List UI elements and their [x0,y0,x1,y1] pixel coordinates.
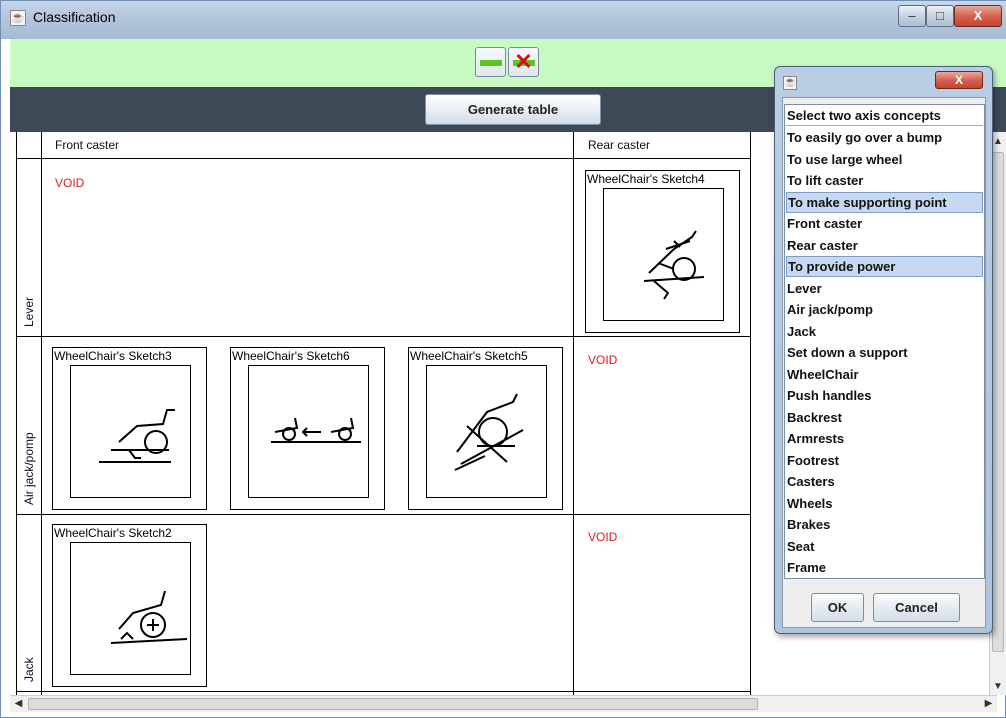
concept-list-item[interactable]: To use large wheel [786,149,983,170]
void-cell-lever-front: VOID [55,176,85,190]
row-label-lever: Lever [22,296,36,327]
concept-list[interactable]: Select two axis concepts To easily go ov… [784,104,985,579]
maximize-button[interactable]: □ [926,5,954,27]
concept-list-item[interactable]: To lift caster [786,170,983,191]
concept-list-item[interactable]: WheelChair [786,364,983,385]
remove-row-button[interactable] [475,47,506,77]
sketch-card-3[interactable]: WheelChair's Sketch3 [52,347,207,510]
grid-line [16,158,751,159]
sketch-title: WheelChair's Sketch6 [232,349,350,363]
grid-line [16,691,751,692]
concept-list-item[interactable]: Footrest [786,450,983,471]
sketch-card-6[interactable]: WheelChair's Sketch6 [230,347,385,510]
concept-list-item[interactable]: Air jack/pomp [786,299,983,320]
grid-line [573,132,574,695]
concept-list-item[interactable]: Brakes [786,514,983,535]
column-header-rear-caster: Rear caster [588,138,651,152]
row-label-jack: Jack [22,657,36,682]
concept-list-item[interactable]: Rear caster [786,235,983,256]
dialog-body: Select two axis concepts To easily go ov… [782,97,986,628]
delete-button[interactable]: ✕ [508,47,539,77]
row-label-air-jack: Air jack/pomp [22,432,36,505]
void-cell-jack-rear: VOID [588,530,618,544]
wheelchair-sketch-image [271,417,361,443]
sketch-thumbnail [603,188,724,321]
grid-line [16,514,751,515]
minimize-button[interactable]: ‒ [898,5,926,27]
concept-list-item[interactable]: Push handles [786,385,983,406]
wheelchair-sketch-image [643,230,705,300]
generate-table-button[interactable]: Generate table [425,94,601,125]
sketch-title: WheelChair's Sketch4 [587,172,705,186]
grid-line [41,132,42,695]
wheelchair-sketch-image [454,393,524,471]
close-button[interactable]: X [954,5,1002,27]
concept-list-item[interactable]: Jack [786,321,983,342]
green-bar-icon [480,60,502,66]
wheelchair-sketch-image [99,409,175,463]
scroll-right-arrow-icon[interactable]: ▶ [980,696,997,712]
java-cup-icon: ☕ [783,76,797,90]
java-cup-icon: ☕ [10,10,26,26]
concept-list-item[interactable]: Lever [786,278,983,299]
red-x-icon: ✕ [514,49,533,74]
window-title: Classification [33,9,116,25]
concept-list-item[interactable]: Casters [786,471,983,492]
sketch-thumbnail [70,542,191,675]
vertical-scroll-thumb[interactable] [992,152,1004,652]
concept-list-item[interactable]: Frame [786,557,983,578]
sketch-card-2[interactable]: WheelChair's Sketch2 [52,524,207,687]
list-header: Select two axis concepts [786,105,983,126]
sketch-thumbnail [426,365,547,498]
grid-line [750,132,751,695]
dialog-close-button[interactable]: X [935,71,983,89]
sketch-title: WheelChair's Sketch3 [54,349,172,363]
concept-list-item[interactable]: Wheels [786,493,983,514]
concept-list-item[interactable]: Armrests [786,428,983,449]
axis-selection-dialog: ☕ X Select two axis concepts To easily g… [774,66,993,634]
concept-list-item[interactable]: Front caster [786,213,983,234]
cancel-button[interactable]: Cancel [873,593,960,622]
concept-list-item[interactable]: To easily go over a bump [786,127,983,148]
scroll-down-arrow-icon[interactable]: ▼ [990,679,1006,695]
concept-list-item[interactable]: Seat [786,536,983,557]
sketch-thumbnail [248,365,369,498]
concept-list-item[interactable]: To make supporting point [786,191,983,213]
scroll-left-arrow-icon[interactable]: ◀ [10,696,27,712]
concept-list-item[interactable]: Backrest [786,407,983,428]
column-header-front-caster: Front caster [55,138,120,152]
concept-list-item[interactable]: Set down a support [786,342,983,363]
grid-line [16,336,751,337]
sketch-card-5[interactable]: WheelChair's Sketch5 [408,347,563,510]
sketch-thumbnail [70,365,191,498]
sketch-title: WheelChair's Sketch2 [54,526,172,540]
horizontal-scroll-thumb[interactable] [28,698,758,710]
void-cell-airjack-rear: VOID [588,353,618,367]
window-titlebar[interactable]: ☕ Classification ‒ □ X [1,1,1006,39]
horizontal-scrollbar[interactable]: ◀ ▶ [10,695,997,712]
wheelchair-sketch-image [110,590,188,644]
concept-list-item[interactable]: To provide power [786,256,983,277]
grid-line [16,132,17,695]
ok-button[interactable]: OK [811,593,864,622]
sketch-card-4[interactable]: WheelChair's Sketch4 [585,170,740,333]
sketch-title: WheelChair's Sketch5 [410,349,528,363]
